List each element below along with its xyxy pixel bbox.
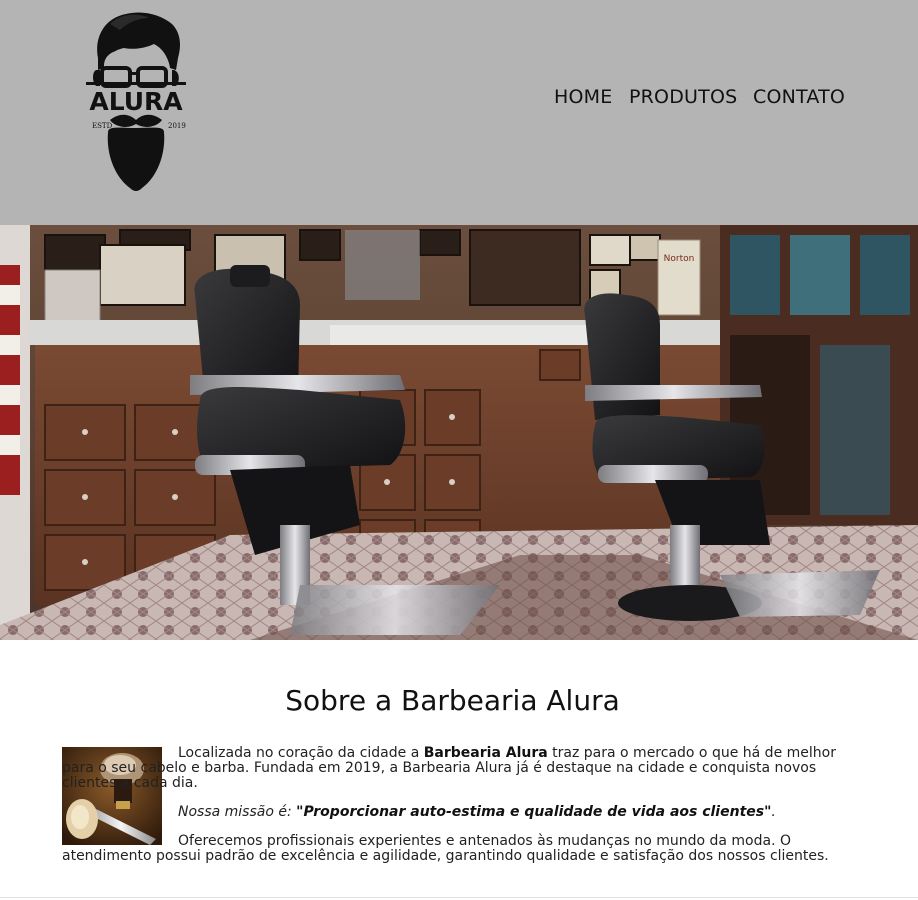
alura-logo[interactable]: ALURA ESTD 2019 xyxy=(80,8,192,194)
logo-est-right: 2019 xyxy=(168,122,186,130)
logo-est-left: ESTD xyxy=(92,122,113,130)
nav-produtos-link[interactable]: PRODUTOS xyxy=(629,86,737,108)
barbershop-banner-image: Norton xyxy=(0,225,918,640)
logo-brand-text: ALURA xyxy=(89,87,183,116)
banner-poster-text: Norton xyxy=(664,254,695,264)
about-text-block: Localizada no coração da cidade a Barbea… xyxy=(62,746,842,878)
about-section: Sobre a Barbearia Alura Localizada no co… xyxy=(60,645,845,900)
about-mission: Nossa missão é: "Proporcionar auto-estim… xyxy=(178,804,776,820)
about-paragraph-1: Localizada no coração da cidade a Barbea… xyxy=(62,745,836,791)
site-header: ALURA ESTD 2019 HOME PRODUTOS CONTATO xyxy=(0,0,918,225)
about-title: Sobre a Barbearia Alura xyxy=(285,684,620,717)
brand-name-strong: Barbearia Alura xyxy=(423,745,548,761)
nav-home-link[interactable]: HOME xyxy=(554,86,612,108)
footer-divider xyxy=(0,897,918,898)
about-paragraph-3: Oferecemos profissionais experientes e a… xyxy=(62,833,829,864)
nav-contato-link[interactable]: CONTATO xyxy=(753,86,845,108)
